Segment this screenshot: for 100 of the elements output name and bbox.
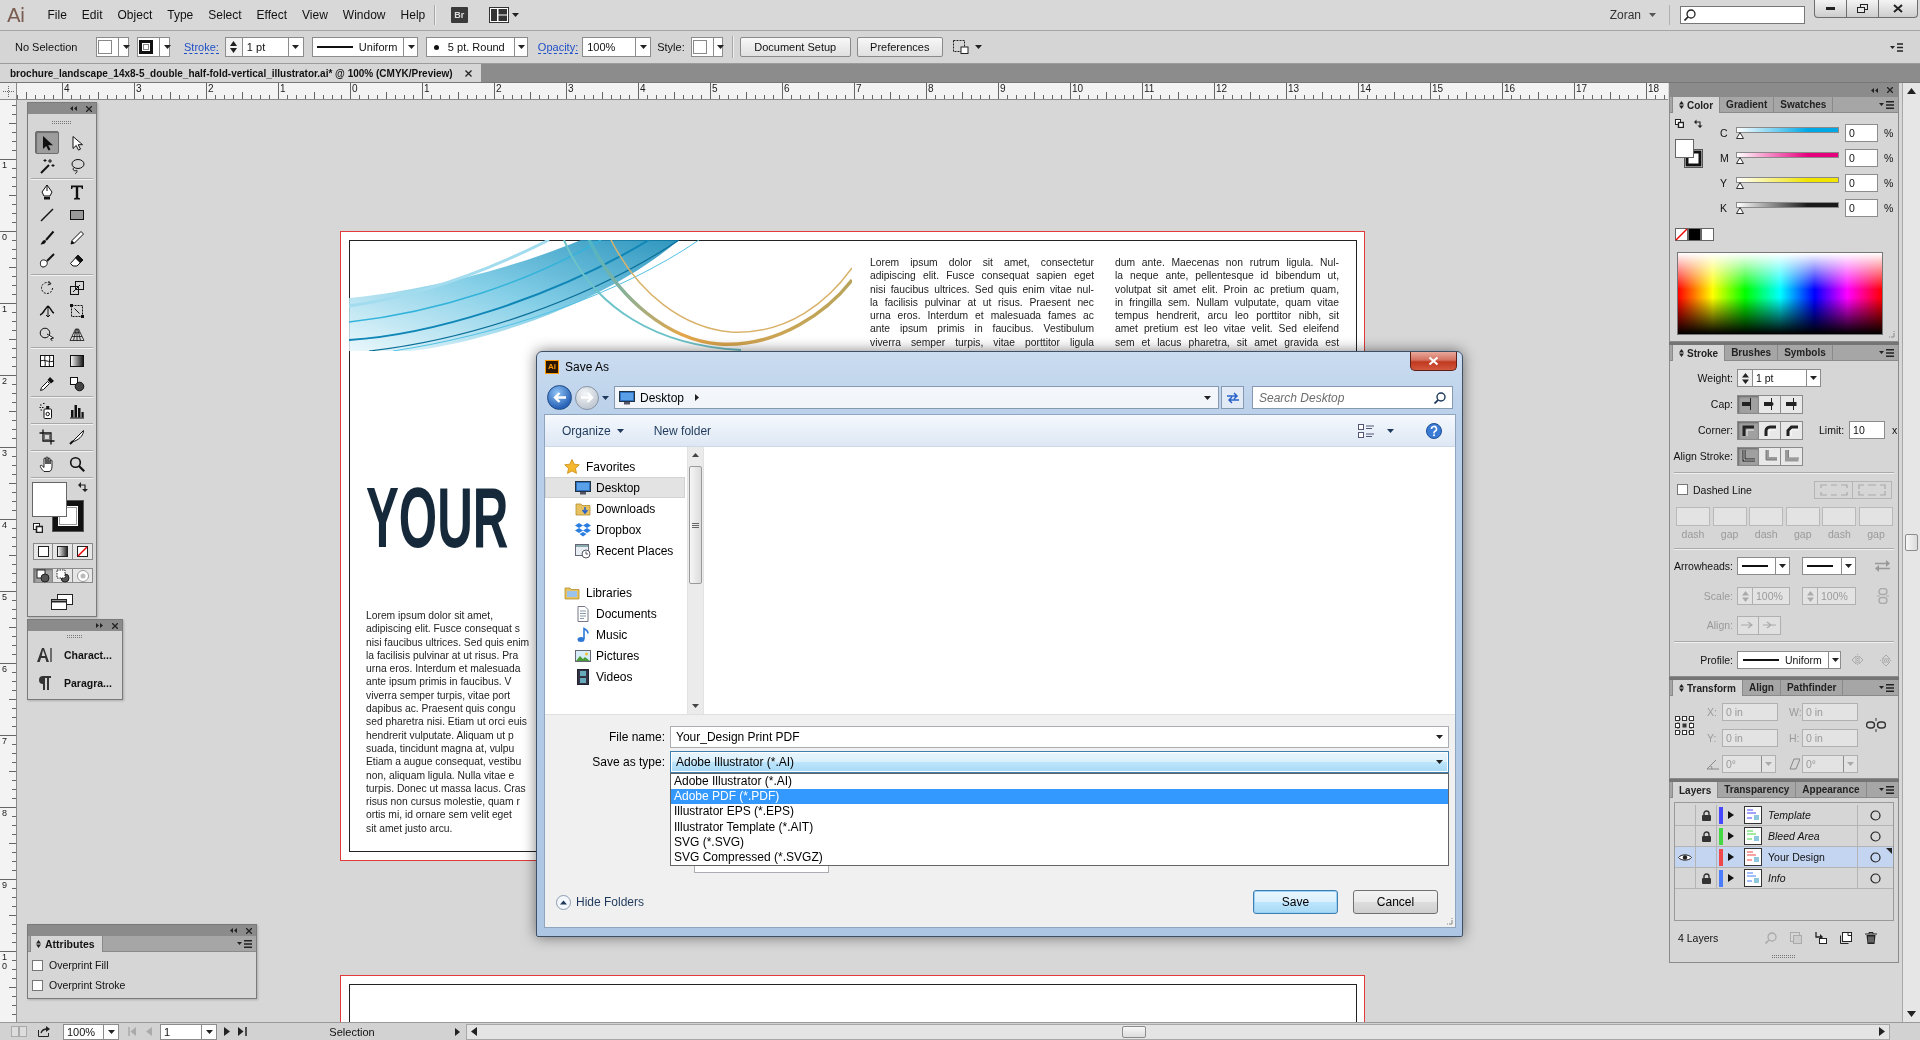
dropdown-option[interactable]: SVG (*.SVG) — [671, 834, 1448, 850]
menu-item[interactable]: Window — [335, 4, 394, 26]
close-icon[interactable] — [1887, 87, 1893, 93]
corner-button[interactable] — [1781, 420, 1803, 440]
menu-item[interactable]: Select — [200, 4, 250, 26]
arrowhead-dropdown[interactable] — [1737, 557, 1790, 575]
user-menu[interactable]: Zoran — [1609, 8, 1656, 22]
nav-item[interactable]: Documents — [545, 603, 685, 624]
right-triangle-icon[interactable] — [455, 1027, 460, 1036]
restore-button[interactable] — [1847, 0, 1879, 18]
weight-spinner[interactable] — [1737, 369, 1752, 387]
panel-tab[interactable]: Gradient — [1720, 97, 1775, 112]
panel-menu-icon[interactable] — [237, 939, 252, 948]
slider-track[interactable] — [1736, 151, 1839, 164]
slider-track[interactable] — [1736, 176, 1839, 189]
nav-item[interactable]: Libraries — [545, 582, 685, 603]
search-field[interactable] — [1680, 6, 1805, 24]
file-name-field[interactable]: Your_Design Print PDF — [670, 726, 1449, 748]
cap-button[interactable] — [1781, 394, 1803, 414]
dialog-button[interactable]: Cancel — [1353, 890, 1438, 914]
next-page-icon[interactable] — [224, 1027, 230, 1036]
fill-dropdown[interactable] — [96, 37, 129, 57]
expand-triangle-icon[interactable] — [1728, 811, 1734, 819]
close-icon[interactable] — [112, 622, 118, 629]
collapse-icon[interactable] — [70, 106, 77, 111]
expand-triangle-icon[interactable] — [1728, 853, 1734, 861]
dropdown-option[interactable]: Illustrator EPS (*.EPS) — [671, 804, 1448, 820]
layer-row[interactable]: Template — [1675, 805, 1893, 826]
hide-folders-button[interactable]: Hide Folders — [556, 894, 645, 910]
collapse-icon[interactable] — [230, 928, 237, 933]
panel-shortcut-button[interactable]: Charact... — [28, 641, 122, 669]
right-arrow-icon[interactable] — [1879, 1027, 1885, 1036]
refresh-button[interactable] — [1221, 386, 1244, 409]
style-dropdown[interactable] — [690, 37, 723, 57]
nav-item[interactable]: Dropbox — [545, 519, 685, 540]
scrollbar-thumb[interactable] — [1122, 1025, 1146, 1038]
address-bar[interactable]: Desktop — [614, 386, 1219, 409]
expand-triangle-icon[interactable] — [1728, 874, 1734, 882]
chain-link-icon[interactable] — [1866, 718, 1886, 732]
color-spectrum[interactable] — [1677, 252, 1883, 335]
new-layer-icon[interactable] — [1840, 931, 1852, 944]
back-button[interactable] — [547, 385, 572, 410]
scrollbar-thumb[interactable] — [689, 466, 702, 584]
toolbar-button[interactable]: Document Setup — [739, 37, 851, 57]
close-button[interactable] — [1410, 352, 1457, 371]
cap-button[interactable] — [1737, 394, 1759, 414]
scrollbar[interactable] — [687, 447, 703, 714]
panel-tab[interactable]: Swatches — [1774, 97, 1834, 112]
menu-item[interactable]: Object — [110, 4, 160, 26]
layer-row[interactable]: Info — [1675, 868, 1893, 889]
menu-item[interactable]: Type — [159, 4, 201, 26]
slider-thumb[interactable] — [1736, 206, 1744, 214]
document-tab[interactable]: brochure_landscape_14x8-5_double_half-fold-vertical_illustrator.ai* @ 100% (CMYK/Preview) — [0, 64, 481, 82]
close-icon[interactable] — [246, 927, 252, 934]
down-arrow-icon[interactable] — [1907, 1011, 1916, 1017]
last-page-icon[interactable] — [238, 1027, 247, 1036]
corner-button[interactable] — [1759, 420, 1781, 440]
slider-thumb[interactable] — [1736, 181, 1744, 189]
expand-icon[interactable] — [96, 623, 103, 628]
stroke-weight-dropdown[interactable]: 1 pt — [1752, 369, 1821, 387]
weight-spinner[interactable] — [224, 37, 242, 57]
slider-thumb[interactable] — [1736, 156, 1744, 164]
opacity-dropdown[interactable]: 100% — [582, 37, 652, 57]
corner-button[interactable] — [1737, 420, 1759, 440]
menu-item[interactable]: View — [294, 4, 336, 26]
opacity-link[interactable]: Opacity: — [537, 40, 579, 54]
new-folder-button[interactable]: New folder — [653, 423, 712, 438]
close-icon[interactable] — [464, 69, 472, 77]
caret-icon[interactable] — [602, 395, 609, 400]
panel-menu-icon[interactable] — [1890, 42, 1903, 52]
value-field[interactable]: 0 — [1845, 173, 1878, 192]
fill-stroke-icon[interactable] — [1675, 139, 1703, 168]
clipping-mask-icon[interactable] — [1790, 931, 1802, 944]
caret-icon[interactable] — [1204, 395, 1211, 400]
swap-arrows-icon[interactable] — [1694, 119, 1703, 128]
default-colors-icon[interactable] — [33, 523, 43, 534]
toolbar-button[interactable]: Preferences — [856, 37, 943, 57]
input-field[interactable] — [694, 866, 829, 873]
search-field[interactable]: Search Desktop — [1252, 386, 1453, 409]
panel-menu-icon[interactable] — [1879, 785, 1894, 794]
panel-tab[interactable]: Layers — [1672, 782, 1719, 798]
close-icon[interactable] — [86, 105, 92, 112]
value-field[interactable]: 0 — [1845, 148, 1878, 167]
panel-tab[interactable]: Brushes — [1725, 345, 1779, 360]
cap-button[interactable] — [1759, 394, 1781, 414]
menu-item[interactable]: Edit — [74, 4, 111, 26]
nav-item[interactable]: Videos — [545, 666, 685, 687]
stacked-windows-icon[interactable] — [51, 594, 73, 611]
limit-field[interactable]: 10 — [1849, 421, 1886, 439]
nav-item[interactable]: Desktop — [545, 477, 685, 498]
panel-tab[interactable]: Transparency — [1718, 782, 1797, 797]
dialog-button[interactable]: Save — [1253, 890, 1338, 914]
visibility-toggle[interactable] — [1675, 847, 1696, 867]
caret-icon[interactable] — [974, 45, 982, 49]
brush-dropdown[interactable]: 5 pt. Round — [425, 37, 528, 57]
slider-track[interactable] — [1736, 126, 1839, 139]
view-options-button[interactable] — [1358, 423, 1394, 438]
expand-arrows-icon[interactable] — [36, 940, 41, 948]
reference-point-icon[interactable] — [1675, 715, 1694, 735]
fill-mode-button[interactable] — [53, 543, 73, 561]
